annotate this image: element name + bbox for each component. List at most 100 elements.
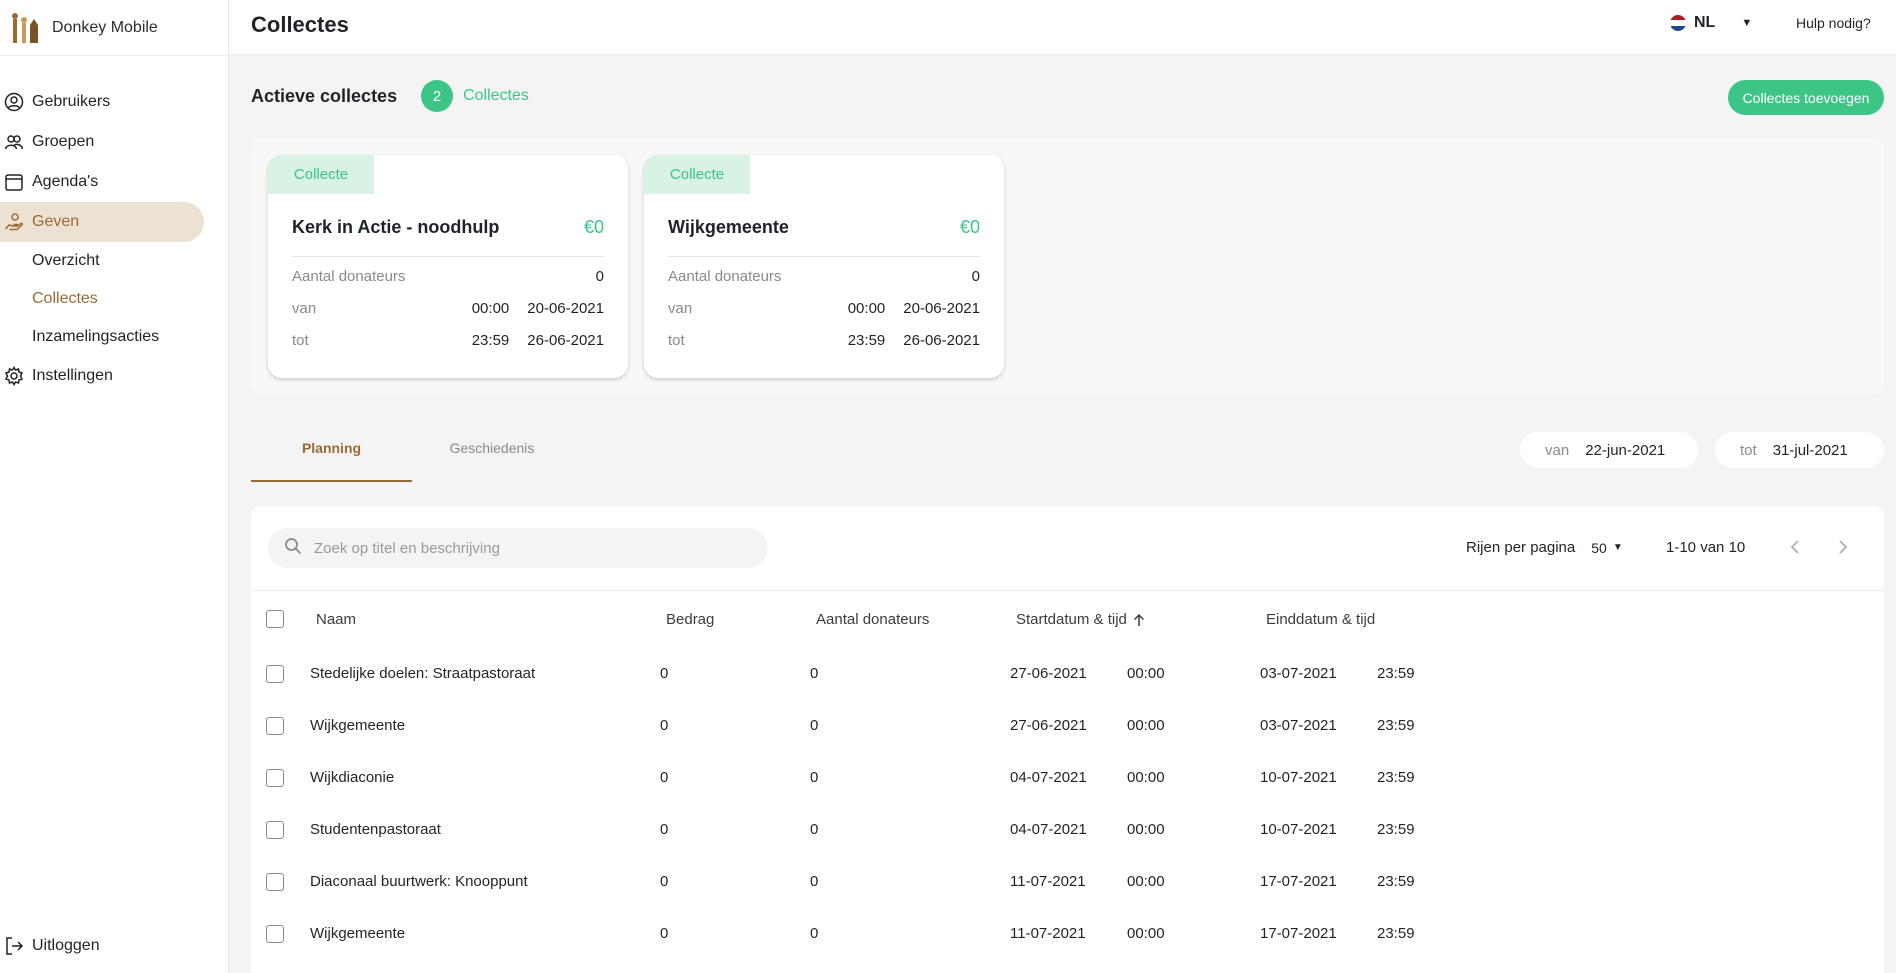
chevron-left-icon [1790,540,1799,554]
rows-per-page-select[interactable]: 50 ▼ [1591,540,1622,556]
column-header-name[interactable]: Naam [316,611,356,628]
sidebar-subitem-label: Collectes [32,290,98,307]
sidebar-item-geven[interactable]: Geven [0,202,204,242]
hand-coin-icon [4,212,24,232]
tab-geschiedenis[interactable]: Geschiedenis [412,440,572,456]
row-checkbox[interactable] [266,665,284,683]
sidebar-item-label: Groepen [32,133,95,150]
next-page-button[interactable] [1829,533,1857,561]
cell-start-time: 00:00 [1127,873,1165,890]
calendar-icon [4,172,24,192]
collecte-card[interactable]: Collecte Kerk in Actie - noodhulp €0 Aan… [268,155,628,378]
cell-end-time: 23:59 [1377,665,1415,682]
active-collectes-cards: Collecte Kerk in Actie - noodhulp €0 Aan… [251,139,1884,394]
table-row[interactable]: Wijkdiaconie 0 0 04-07-2021 00:00 10-07-… [251,769,1884,821]
table-row[interactable]: Wijkgemeente 0 0 11-07-2021 00:00 17-07-… [251,925,1884,973]
divider [251,590,1884,591]
to-date-filter[interactable]: tot 31-jul-2021 [1715,432,1884,468]
rows-per-page: Rijen per pagina 50 ▼ [1466,539,1623,556]
cell-start-time: 00:00 [1127,717,1165,734]
table-row[interactable]: Studentenpastoraat 0 0 04-07-2021 00:00 … [251,821,1884,873]
row-checkbox[interactable] [266,873,284,891]
cell-name: Diaconaal buurtwerk: Knooppunt [310,873,528,890]
cell-start-date: 27-06-2021 [1010,717,1087,734]
tab-planning[interactable]: Planning [251,440,412,482]
search-input[interactable] [314,539,734,557]
column-header-start[interactable]: Startdatum & tijd [1016,611,1145,628]
from-date-filter[interactable]: van 22-jun-2021 [1520,432,1698,468]
sidebar-item-groepen[interactable]: Groepen [0,122,229,162]
row-checkbox[interactable] [266,821,284,839]
column-header-end[interactable]: Einddatum & tijd [1266,611,1375,628]
column-header-donors[interactable]: Aantal donateurs [816,611,929,628]
sidebar-nav: Gebruikers Groepen Agenda's Geven Overzi… [0,82,229,396]
cell-amount: 0 [660,821,669,838]
cell-amount: 0 [660,717,669,734]
card-from-row: van 00:00 20-06-2021 [292,300,604,317]
cell-start-date: 27-06-2021 [1010,665,1087,682]
help-link[interactable]: Hulp nodig? [1796,15,1871,31]
sort-ascending-icon [1133,613,1144,626]
table-row[interactable]: Diaconaal buurtwerk: Knooppunt 0 0 11-07… [251,873,1884,925]
select-all-checkbox[interactable] [266,610,284,628]
from-filter-label: van [1545,441,1570,459]
cell-end-date: 17-07-2021 [1260,925,1337,942]
to-label: tot [292,332,309,349]
sidebar-subitem-inzamelingsacties[interactable]: Inzamelingsacties [0,318,229,356]
to-time: 23:59 [847,332,886,349]
search-box[interactable] [268,528,768,568]
card-divider [292,256,604,257]
cell-donors: 0 [810,925,819,942]
from-label: van [668,300,693,317]
sidebar-subitem-overzicht[interactable]: Overzicht [0,242,229,280]
logout-button[interactable]: Uitloggen [4,936,100,956]
donors-value: 0 [595,268,604,285]
add-collectes-button[interactable]: Collectes toevoegen [1728,80,1884,115]
previous-page-button[interactable] [1781,533,1809,561]
cell-end-time: 23:59 [1377,769,1415,786]
to-value: 23:59 26-06-2021 [472,332,604,349]
sidebar-item-gebruikers[interactable]: Gebruikers [0,82,229,122]
card-amount: €0 [583,217,604,237]
user-circle-icon [4,92,24,112]
language-selector[interactable]: NL ▼ [1670,14,1752,32]
collecte-card[interactable]: Collecte Wijkgemeente €0 Aantal donateur… [644,155,1004,378]
count-label: Collectes [463,87,529,104]
card-to-row: tot 23:59 26-06-2021 [292,332,604,349]
cell-name: Studentenpastoraat [310,821,441,838]
gear-icon [4,366,24,386]
cell-end-time: 23:59 [1377,717,1415,734]
page-title: Collectes [251,12,349,37]
to-date: 26-06-2021 [527,332,604,349]
row-checkbox[interactable] [266,717,284,735]
sidebar-item-instellingen[interactable]: Instellingen [0,356,229,396]
sidebar-item-label: Instellingen [32,367,113,384]
cell-donors: 0 [810,821,819,838]
to-filter-value: 31-jul-2021 [1772,441,1848,459]
count-badge: 2 [421,80,454,112]
cell-name: Wijkgemeente [310,925,406,942]
sidebar-item-agendas[interactable]: Agenda's [0,162,229,202]
card-title: Wijkgemeente [668,217,789,237]
card-donors-row: Aantal donateurs 0 [668,268,980,285]
group-icon [4,132,24,152]
rows-per-page-label: Rijen per pagina [1466,539,1576,556]
collectes-table-panel: Rijen per pagina 50 ▼ 1-10 van 10 Naam B… [251,506,1884,973]
row-checkbox[interactable] [266,925,284,943]
table-row[interactable]: Wijkgemeente 0 0 27-06-2021 00:00 03-07-… [251,717,1884,769]
brand[interactable]: Donkey Mobile [0,0,228,56]
sidebar-item-label: Gebruikers [32,93,111,110]
from-time: 00:00 [471,300,510,317]
cell-end-date: 10-07-2021 [1260,769,1337,786]
row-checkbox[interactable] [266,769,284,787]
cell-start-time: 00:00 [1127,925,1165,942]
sidebar-item-label: Agenda's [32,173,99,190]
card-to-row: tot 23:59 26-06-2021 [668,332,980,349]
sidebar-subitem-collectes[interactable]: Collectes [0,280,229,318]
cell-name: Stedelijke doelen: Straatpastoraat [310,665,536,682]
table-row[interactable]: Stedelijke doelen: Straatpastoraat 0 0 2… [251,665,1884,717]
cell-end-date: 03-07-2021 [1260,717,1337,734]
column-header-amount[interactable]: Bedrag [666,611,714,628]
from-date: 20-06-2021 [903,300,980,317]
column-header-start-label: Startdatum & tijd [1016,611,1127,628]
